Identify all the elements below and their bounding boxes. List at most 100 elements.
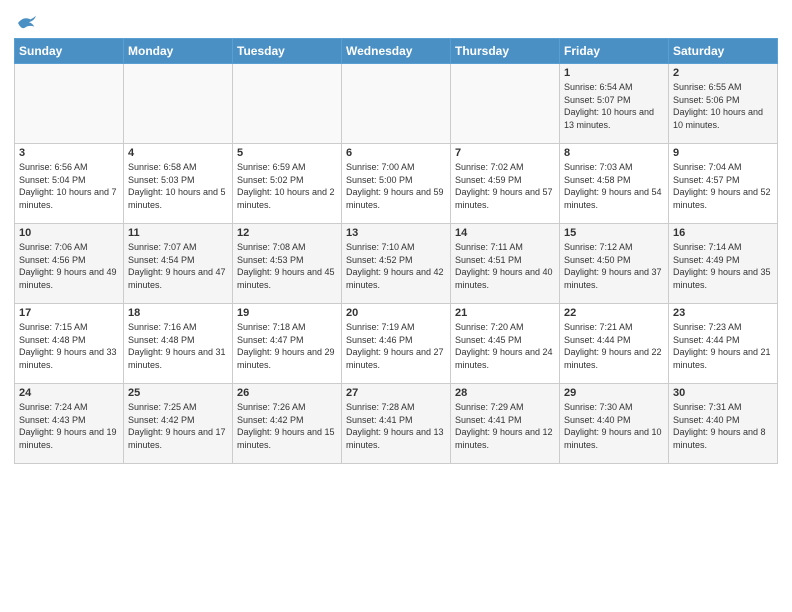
calendar-cell: 2 Sunrise: 6:55 AM Sunset: 5:06 PM Daylig… (669, 64, 778, 144)
day-info: Sunrise: 7:00 AM Sunset: 5:00 PM Dayligh… (346, 161, 446, 211)
calendar-week-2: 3 Sunrise: 6:56 AM Sunset: 5:04 PM Daylig… (15, 144, 778, 224)
calendar-cell: 7 Sunrise: 7:02 AM Sunset: 4:59 PM Daylig… (451, 144, 560, 224)
calendar-cell: 23Sunrise: 7:23 AM Sunset: 4:44 PM Dayli… (669, 304, 778, 384)
day-info: Sunrise: 7:04 AM Sunset: 4:57 PM Dayligh… (673, 161, 773, 211)
day-number: 12 (237, 227, 337, 239)
calendar-week-5: 24 Sunrise: 7:24 AM Sunset: 4:43 PM Dayli… (15, 384, 778, 464)
calendar-cell (451, 64, 560, 144)
day-number: 5 (237, 147, 337, 159)
calendar-week-1: 1 Sunrise: 6:54 AM Sunset: 5:07 PM Daylig… (15, 64, 778, 144)
calendar-cell: 28 Sunrise: 7:29 AM Sunset: 4:41 PM Dayli… (451, 384, 560, 464)
day-number: 2 (673, 67, 773, 79)
calendar-header-sunday: Sunday (15, 39, 124, 64)
calendar-cell: 21 Sunrise: 7:20 AM Sunset: 4:45 PM Dayli… (451, 304, 560, 384)
calendar-header-tuesday: Tuesday (233, 39, 342, 64)
calendar-header-row: SundayMondayTuesdayWednesdayThursdayFrid… (15, 39, 778, 64)
calendar-cell: 3 Sunrise: 6:56 AM Sunset: 5:04 PM Daylig… (15, 144, 124, 224)
day-number: 20 (346, 307, 446, 319)
day-info: Sunrise: 6:56 AM Sunset: 5:04 PM Dayligh… (19, 161, 119, 211)
calendar-cell: 11Sunrise: 7:07 AM Sunset: 4:54 PM Dayli… (124, 224, 233, 304)
day-info: Sunrise: 7:31 AM Sunset: 4:40 PM Dayligh… (673, 401, 773, 451)
calendar-cell: 29 Sunrise: 7:30 AM Sunset: 4:40 PM Dayli… (560, 384, 669, 464)
day-number: 7 (455, 147, 555, 159)
page: SundayMondayTuesdayWednesdayThursdayFrid… (0, 0, 792, 612)
day-info: Sunrise: 7:21 AM Sunset: 4:44 PM Dayligh… (564, 321, 664, 371)
day-info: Sunrise: 6:59 AM Sunset: 5:02 PM Dayligh… (237, 161, 337, 211)
day-info: Sunrise: 7:25 AM Sunset: 4:42 PM Dayligh… (128, 401, 228, 451)
day-info: Sunrise: 7:18 AM Sunset: 4:47 PM Dayligh… (237, 321, 337, 371)
day-info: Sunrise: 7:16 AM Sunset: 4:48 PM Dayligh… (128, 321, 228, 371)
calendar: SundayMondayTuesdayWednesdayThursdayFrid… (14, 38, 778, 464)
day-info: Sunrise: 6:55 AM Sunset: 5:06 PM Dayligh… (673, 81, 773, 131)
day-info: Sunrise: 7:24 AM Sunset: 4:43 PM Dayligh… (19, 401, 119, 451)
calendar-cell: 15 Sunrise: 7:12 AM Sunset: 4:50 PM Dayli… (560, 224, 669, 304)
calendar-cell: 10 Sunrise: 7:06 AM Sunset: 4:56 PM Dayli… (15, 224, 124, 304)
day-info: Sunrise: 7:03 AM Sunset: 4:58 PM Dayligh… (564, 161, 664, 211)
logo-text (14, 14, 38, 32)
day-number: 11 (128, 227, 228, 239)
calendar-cell: 30 Sunrise: 7:31 AM Sunset: 4:40 PM Dayli… (669, 384, 778, 464)
day-number: 14 (455, 227, 555, 239)
day-number: 8 (564, 147, 664, 159)
day-number: 4 (128, 147, 228, 159)
calendar-cell: 27Sunrise: 7:28 AM Sunset: 4:41 PM Dayli… (342, 384, 451, 464)
calendar-cell: 25 Sunrise: 7:25 AM Sunset: 4:42 PM Dayli… (124, 384, 233, 464)
day-number: 25 (128, 387, 228, 399)
day-info: Sunrise: 7:02 AM Sunset: 4:59 PM Dayligh… (455, 161, 555, 211)
calendar-week-4: 17Sunrise: 7:15 AM Sunset: 4:48 PM Dayli… (15, 304, 778, 384)
calendar-header-saturday: Saturday (669, 39, 778, 64)
day-number: 29 (564, 387, 664, 399)
calendar-cell: 16 Sunrise: 7:14 AM Sunset: 4:49 PM Dayli… (669, 224, 778, 304)
day-number: 28 (455, 387, 555, 399)
day-number: 17 (19, 307, 119, 319)
day-number: 30 (673, 387, 773, 399)
day-info: Sunrise: 6:58 AM Sunset: 5:03 PM Dayligh… (128, 161, 228, 211)
day-number: 27 (346, 387, 446, 399)
day-info: Sunrise: 6:54 AM Sunset: 5:07 PM Dayligh… (564, 81, 664, 131)
day-number: 26 (237, 387, 337, 399)
day-info: Sunrise: 7:19 AM Sunset: 4:46 PM Dayligh… (346, 321, 446, 371)
day-number: 21 (455, 307, 555, 319)
calendar-cell: 26 Sunrise: 7:26 AM Sunset: 4:42 PM Dayli… (233, 384, 342, 464)
day-number: 1 (564, 67, 664, 79)
day-info: Sunrise: 7:11 AM Sunset: 4:51 PM Dayligh… (455, 241, 555, 291)
calendar-cell: 13 Sunrise: 7:10 AM Sunset: 4:52 PM Dayli… (342, 224, 451, 304)
day-info: Sunrise: 7:12 AM Sunset: 4:50 PM Dayligh… (564, 241, 664, 291)
day-number: 15 (564, 227, 664, 239)
calendar-cell (342, 64, 451, 144)
day-number: 3 (19, 147, 119, 159)
day-info: Sunrise: 7:20 AM Sunset: 4:45 PM Dayligh… (455, 321, 555, 371)
day-info: Sunrise: 7:26 AM Sunset: 4:42 PM Dayligh… (237, 401, 337, 451)
day-info: Sunrise: 7:29 AM Sunset: 4:41 PM Dayligh… (455, 401, 555, 451)
calendar-cell: 9 Sunrise: 7:04 AM Sunset: 4:57 PM Daylig… (669, 144, 778, 224)
calendar-cell (124, 64, 233, 144)
calendar-cell: 4 Sunrise: 6:58 AM Sunset: 5:03 PM Daylig… (124, 144, 233, 224)
calendar-header-monday: Monday (124, 39, 233, 64)
day-number: 24 (19, 387, 119, 399)
day-number: 19 (237, 307, 337, 319)
day-number: 23 (673, 307, 773, 319)
day-number: 18 (128, 307, 228, 319)
calendar-header-friday: Friday (560, 39, 669, 64)
calendar-cell: 19 Sunrise: 7:18 AM Sunset: 4:47 PM Dayli… (233, 304, 342, 384)
day-number: 9 (673, 147, 773, 159)
day-info: Sunrise: 7:06 AM Sunset: 4:56 PM Dayligh… (19, 241, 119, 291)
day-info: Sunrise: 7:10 AM Sunset: 4:52 PM Dayligh… (346, 241, 446, 291)
calendar-cell (233, 64, 342, 144)
logo (14, 14, 38, 32)
day-info: Sunrise: 7:08 AM Sunset: 4:53 PM Dayligh… (237, 241, 337, 291)
calendar-cell: 17Sunrise: 7:15 AM Sunset: 4:48 PM Dayli… (15, 304, 124, 384)
calendar-cell: 18 Sunrise: 7:16 AM Sunset: 4:48 PM Dayli… (124, 304, 233, 384)
day-info: Sunrise: 7:30 AM Sunset: 4:40 PM Dayligh… (564, 401, 664, 451)
day-number: 6 (346, 147, 446, 159)
calendar-week-3: 10 Sunrise: 7:06 AM Sunset: 4:56 PM Dayli… (15, 224, 778, 304)
day-number: 13 (346, 227, 446, 239)
calendar-cell: 24 Sunrise: 7:24 AM Sunset: 4:43 PM Dayli… (15, 384, 124, 464)
calendar-cell: 20 Sunrise: 7:19 AM Sunset: 4:46 PM Dayli… (342, 304, 451, 384)
day-info: Sunrise: 7:14 AM Sunset: 4:49 PM Dayligh… (673, 241, 773, 291)
calendar-cell: 6 Sunrise: 7:00 AM Sunset: 5:00 PM Daylig… (342, 144, 451, 224)
day-number: 10 (19, 227, 119, 239)
logo-bird-icon (16, 14, 38, 32)
calendar-cell: 14 Sunrise: 7:11 AM Sunset: 4:51 PM Dayli… (451, 224, 560, 304)
day-number: 16 (673, 227, 773, 239)
